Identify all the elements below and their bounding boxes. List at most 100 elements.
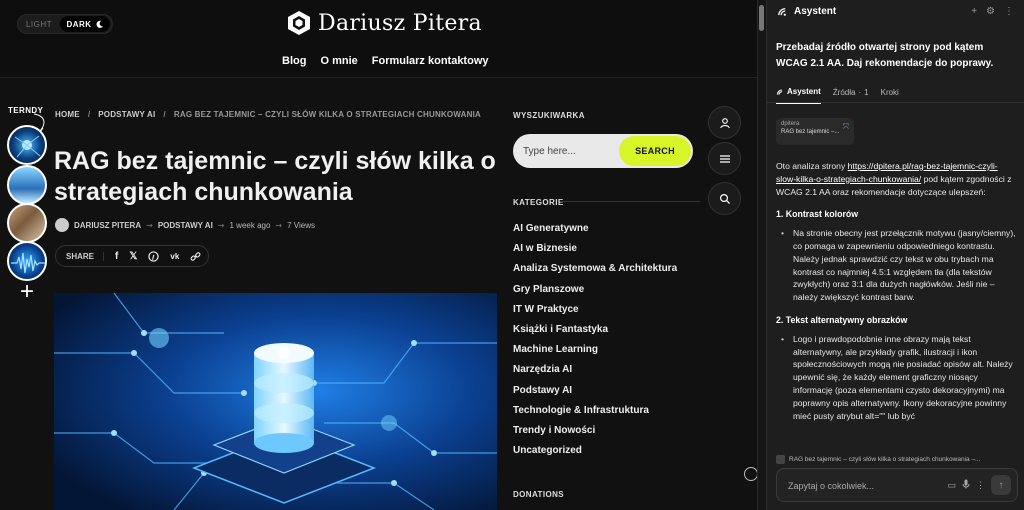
share-label: SHARE — [66, 251, 105, 261]
category-link[interactable]: Analiza Systemowa & Architektura — [513, 263, 677, 283]
search-input[interactable] — [523, 143, 618, 159]
breadcrumb-current: RAG BEZ TAJEMNIC – CZYLI SŁÓW KILKA O ST… — [173, 110, 482, 119]
nav-about[interactable]: O mnie — [320, 55, 357, 67]
trending-story-2[interactable] — [7, 165, 47, 205]
donations-title: DONATIONS — [513, 490, 565, 499]
context-tab-chip[interactable]: RAG bez tajemnic – czyli słów kilka o st… — [776, 453, 1016, 466]
category-link[interactable]: AI Generatywne — [513, 223, 677, 243]
article-meta: DARIUSZ PITERA ⇝ PODSTAWY AI ⇝ 1 week ag… — [55, 218, 315, 232]
user-icon — [719, 117, 730, 128]
site-name: Dariusz Pitera — [318, 10, 482, 36]
theme-toggle[interactable]: LIGHT DARK — [17, 14, 113, 34]
expand-icon[interactable]: ⤧ — [843, 122, 849, 132]
assistant-header-actions: + ⚙ ⋮ — [971, 6, 1014, 17]
author-name[interactable]: DARIUSZ PITERA — [74, 221, 141, 230]
assistant-logo-icon — [778, 8, 786, 16]
author-avatar[interactable] — [55, 218, 69, 232]
category-link[interactable]: Technologie & Infrastruktura — [513, 405, 677, 425]
assistant-panel: Asystent + ⚙ ⋮ Przebadaj źródło otwartej… — [766, 0, 1024, 510]
tab-sources-count: 1 — [864, 88, 869, 97]
pinterest-icon[interactable] — [148, 250, 160, 262]
waveform-icon — [11, 252, 45, 274]
microphone-icon[interactable] — [962, 479, 970, 491]
network-icon — [14, 135, 41, 158]
source-title: RAG bez tajemnic –... — [781, 129, 840, 135]
tab-steps-label: Kroki — [880, 88, 899, 97]
breadcrumb-category[interactable]: PODSTAWY AI — [98, 110, 155, 119]
category-link[interactable]: AI w Biznesie — [513, 243, 677, 263]
search-title: WYSZUKIWARKA — [513, 111, 585, 120]
scroll-indicator-icon[interactable] — [744, 467, 757, 481]
page-scrollbar[interactable] — [757, 0, 766, 510]
assistant-answer: Oto analiza strony https://dpitera.pl/ra… — [776, 160, 1016, 422]
category-link[interactable]: IT W Praktyce — [513, 304, 677, 324]
user-prompt: Przebadaj źródło otwartej strony pod kąt… — [776, 42, 994, 69]
source-card[interactable]: dpitera RAG bez tajemnic –... ⤧ — [776, 118, 854, 145]
answer-heading: 2. Tekst alternatywny obrazków — [776, 314, 908, 325]
user-account-button[interactable] — [708, 106, 741, 139]
answer-list: Na stronie obecny jest przełącznik motyw… — [776, 227, 1016, 304]
search-toggle-button[interactable] — [708, 182, 741, 215]
assistant-logo-icon — [776, 88, 783, 95]
settings-icon[interactable]: ⚙ — [986, 6, 995, 17]
assistant-header: Asystent — [777, 6, 836, 17]
breadcrumb-home[interactable]: HOME — [55, 110, 80, 119]
send-button[interactable]: ↑ — [991, 475, 1011, 495]
site-logo[interactable]: Dariusz Pitera — [286, 10, 482, 36]
x-twitter-icon[interactable]: 𝕏 — [129, 251, 137, 262]
category-link[interactable]: Machine Learning — [513, 344, 677, 364]
breadcrumb: HOME / PODSTAWY AI / RAG BEZ TAJEMNIC – … — [55, 110, 481, 119]
more-options-icon[interactable]: ⋮ — [976, 480, 985, 491]
facebook-icon[interactable]: f — [115, 251, 118, 262]
menu-button[interactable] — [708, 142, 741, 175]
category-list: AI Generatywne AI w Biznesie Analiza Sys… — [513, 223, 677, 465]
article-title: RAG bez tajemnic – czyli słów kilka o st… — [54, 147, 496, 206]
add-story-button[interactable]: + — [10, 278, 44, 308]
category-link[interactable]: Podstawy AI — [513, 385, 677, 405]
favicon-icon — [776, 455, 785, 464]
answer-intro-text: Oto analiza strony — [776, 161, 848, 171]
vk-icon[interactable]: vk — [170, 252, 179, 261]
nav-blog[interactable]: Blog — [282, 55, 306, 67]
tab-sources-separator: · — [858, 88, 862, 97]
hamburger-icon — [719, 154, 730, 163]
categories-title: KATEGORIE — [513, 198, 564, 207]
meta-separator-icon: ⇝ — [146, 220, 153, 230]
nav-contact[interactable]: Formularz kontaktowy — [372, 55, 489, 67]
more-options-icon[interactable]: ⋮ — [1004, 6, 1014, 17]
trending-story-3[interactable] — [7, 203, 47, 243]
breadcrumb-separator: / — [163, 110, 166, 119]
theme-dark-label: DARK — [66, 19, 92, 29]
source-domain: dpitera — [781, 121, 800, 127]
category-link[interactable]: Uncategorized — [513, 445, 677, 465]
trending-story-1[interactable] — [7, 125, 47, 165]
article-hero-image — [54, 293, 497, 510]
category-link[interactable]: Trendy i Nowości — [513, 425, 677, 445]
chat-input[interactable] — [788, 478, 938, 494]
meta-separator-icon: ⇝ — [275, 220, 283, 230]
website-pane: LIGHT DARK Dariusz Pitera Blog O mnie Fo… — [0, 0, 757, 510]
search-icon — [719, 193, 730, 204]
divider — [767, 102, 1024, 103]
theme-light-option[interactable]: LIGHT — [18, 20, 60, 29]
screen: LIGHT DARK Dariusz Pitera Blog O mnie Fo… — [0, 0, 1024, 510]
meta-separator-icon: ⇝ — [217, 220, 225, 230]
category-link[interactable]: Książki i Fantastyka — [513, 324, 677, 344]
category-link[interactable]: Narzędzia AI — [513, 364, 677, 384]
tab-sources-label: Źródła — [832, 88, 856, 97]
trending-story-4[interactable] — [7, 241, 47, 281]
category-link[interactable]: Gry Planszowe — [513, 284, 677, 304]
context-tab-title: RAG bez tajemnic – czyli słów kilka o st… — [789, 456, 981, 463]
site-header: LIGHT DARK Dariusz Pitera Blog O mnie Fo… — [0, 0, 757, 78]
theme-dark-option[interactable]: DARK — [60, 16, 110, 32]
scrollbar-thumb[interactable] — [759, 5, 764, 31]
divider — [560, 201, 700, 202]
article-date: 1 week ago — [229, 220, 271, 230]
copy-link-icon[interactable] — [190, 251, 201, 262]
screenshot-icon[interactable]: ▭ — [947, 480, 956, 491]
new-chat-icon[interactable]: + — [971, 6, 977, 17]
answer-list-item: Logo i prawdopodobnie inne obrazy mają t… — [776, 333, 1016, 423]
article-category[interactable]: PODSTAWY AI — [158, 221, 213, 230]
share-bar: SHARE f 𝕏 vk — [55, 245, 209, 267]
search-button[interactable]: SEARCH — [619, 136, 691, 166]
